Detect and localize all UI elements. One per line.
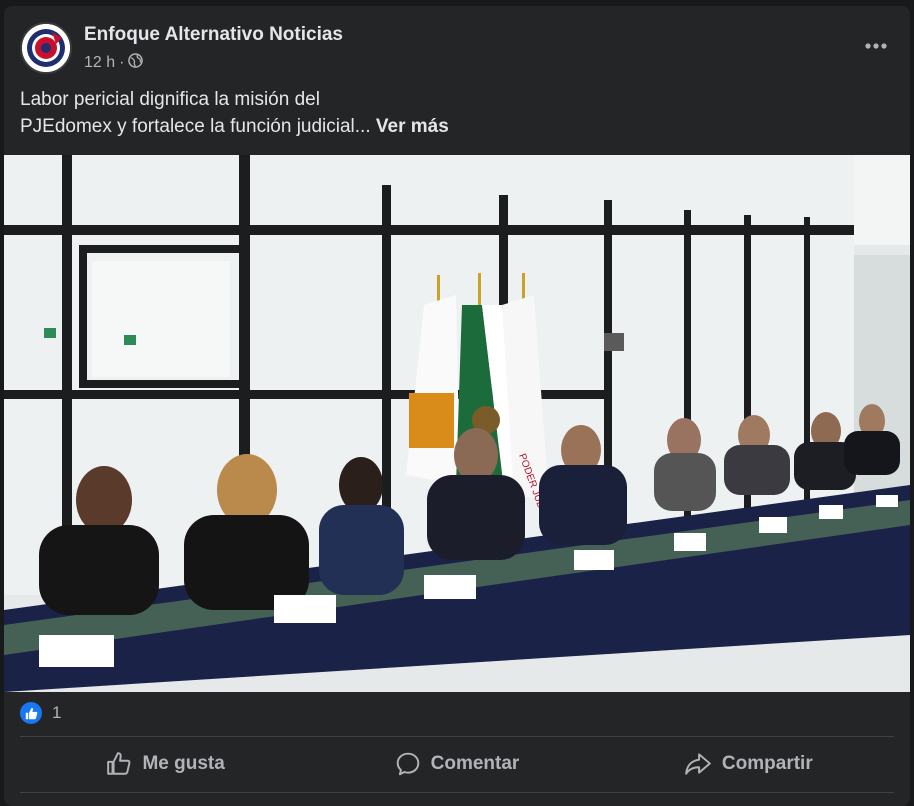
comment-button[interactable]: Comentar xyxy=(311,738,602,790)
share-arrow-icon xyxy=(684,751,712,777)
like-reaction-icon xyxy=(20,702,42,724)
actions-divider-bottom xyxy=(20,792,894,793)
reactions-summary[interactable]: 1 xyxy=(20,702,61,724)
thumbs-up-icon xyxy=(106,751,132,777)
like-label: Me gusta xyxy=(142,753,225,774)
post-header: Enfoque Alternativo Noticias 12 h · xyxy=(4,6,910,86)
meta-separator: · xyxy=(119,54,125,71)
more-horizontal-icon xyxy=(865,43,887,49)
page-name[interactable]: Enfoque Alternativo Noticias xyxy=(84,24,343,46)
event-photo-illustration: PODER JUDICIAL xyxy=(4,155,910,692)
more-options-button[interactable] xyxy=(860,32,892,60)
page-logo-icon xyxy=(22,24,70,72)
post-meta: 12 h · xyxy=(84,53,144,73)
actions-divider-top xyxy=(20,736,894,737)
comment-label: Comentar xyxy=(430,753,520,774)
post-card: Enfoque Alternativo Noticias 12 h · Labo… xyxy=(4,6,910,806)
page-avatar[interactable] xyxy=(20,22,72,74)
reaction-count: 1 xyxy=(52,703,62,722)
comment-bubble-icon xyxy=(395,751,421,777)
post-caption: Labor pericial dignifica la misión del P… xyxy=(20,86,880,140)
caption-line-2: PJEdomex y fortalece la función judicial… xyxy=(20,116,371,137)
post-timestamp[interactable]: 12 h xyxy=(84,54,115,72)
globe-icon[interactable] xyxy=(128,53,144,73)
see-more-link[interactable]: Ver más xyxy=(376,116,449,137)
caption-line-2-wrap: PJEdomex y fortalece la función judicial… xyxy=(20,113,880,140)
share-label: Compartir xyxy=(721,753,813,774)
post-photo[interactable]: PODER JUDICIAL xyxy=(4,155,910,692)
post-actions: Me gusta Comentar Compartir xyxy=(20,738,894,790)
share-button[interactable]: Compartir xyxy=(603,738,894,790)
like-button[interactable]: Me gusta xyxy=(20,738,311,790)
caption-line-1: Labor pericial dignifica la misión del xyxy=(20,89,320,110)
